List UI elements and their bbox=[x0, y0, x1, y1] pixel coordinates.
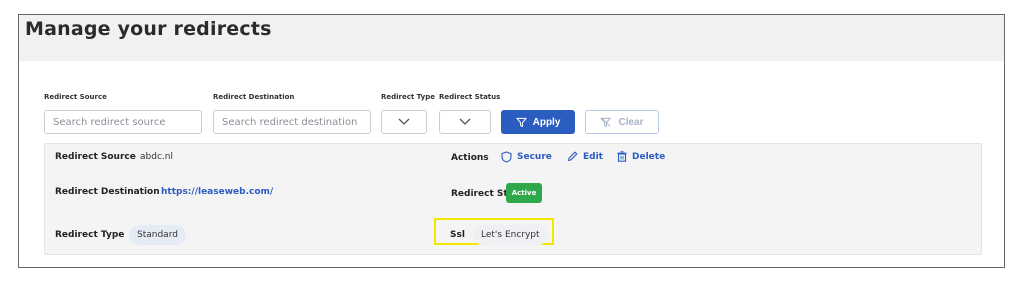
redirect-source-search-input[interactable] bbox=[44, 110, 202, 134]
redirect-source-label: Redirect Source bbox=[55, 152, 136, 162]
redirect-status-filter-label: Redirect Status bbox=[439, 93, 501, 101]
filter-icon bbox=[516, 117, 527, 127]
delete-action-label: Delete bbox=[632, 151, 666, 162]
pencil-icon bbox=[567, 151, 578, 162]
redirect-type-pill: Standard bbox=[129, 225, 186, 245]
chevron-down-icon bbox=[398, 118, 410, 125]
secure-action-label: Secure bbox=[517, 152, 552, 162]
filter-clear-icon bbox=[600, 117, 612, 127]
trash-icon bbox=[617, 151, 627, 162]
redirect-source-value: abdc.nl bbox=[140, 152, 173, 162]
page-frame: Manage your redirects Redirect Source Re… bbox=[18, 14, 1005, 268]
redirect-type-select[interactable] bbox=[381, 110, 427, 134]
actions-label: Actions bbox=[451, 153, 489, 163]
redirect-type-filter-label: Redirect Type bbox=[381, 93, 435, 101]
clear-button[interactable]: Clear bbox=[585, 110, 659, 134]
edit-action[interactable]: Edit bbox=[567, 151, 603, 162]
ssl-label: Ssl bbox=[450, 230, 465, 240]
delete-action[interactable]: Delete bbox=[617, 151, 665, 162]
redirect-destination-link[interactable]: https://leaseweb.com/ bbox=[161, 187, 273, 197]
secure-action[interactable]: Secure bbox=[501, 151, 552, 163]
page-title: Manage your redirects bbox=[25, 18, 272, 40]
ssl-value-pill: Let's Encrypt bbox=[473, 225, 548, 245]
apply-button-label: Apply bbox=[532, 116, 561, 128]
redirect-destination-search-input[interactable] bbox=[213, 110, 371, 134]
redirect-source-filter-label: Redirect Source bbox=[44, 93, 107, 101]
status-badge: Active bbox=[506, 183, 542, 203]
shield-icon bbox=[501, 151, 512, 163]
redirect-destination-filter-label: Redirect Destination bbox=[213, 93, 295, 101]
redirect-type-label: Redirect Type bbox=[55, 230, 125, 240]
edit-action-label: Edit bbox=[583, 151, 603, 162]
chevron-down-icon bbox=[459, 118, 471, 125]
redirect-status-select[interactable] bbox=[439, 110, 491, 134]
page-header: Manage your redirects bbox=[19, 15, 1004, 61]
redirect-destination-label: Redirect Destination bbox=[55, 187, 160, 197]
clear-button-label: Clear bbox=[618, 116, 644, 128]
apply-button[interactable]: Apply bbox=[501, 110, 575, 134]
